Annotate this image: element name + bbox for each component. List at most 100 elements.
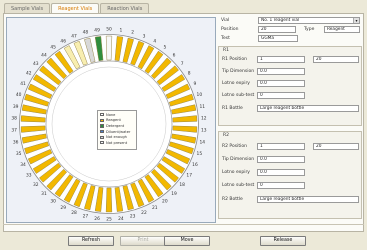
carousel-position-label: 39 [13, 104, 19, 110]
tab-reaction-vials[interactable]: Reaction Vials [100, 3, 150, 13]
carousel-position-label: 46 [60, 38, 66, 44]
r1-position-field-2[interactable]: 20 [313, 56, 359, 63]
carousel-position-label: 43 [33, 61, 39, 67]
legend-swatch [100, 124, 104, 128]
carousel-position-label: 10 [197, 92, 203, 98]
carousel-position-label: 45 [50, 45, 56, 51]
legend-swatch [100, 118, 104, 122]
r1-settle-field[interactable]: 0 [257, 92, 305, 99]
r2-tip-field[interactable]: 0.0 [257, 156, 305, 163]
legend-item-not-present: Not present [100, 140, 134, 146]
carousel-position-label: 19 [171, 191, 177, 197]
move-button[interactable]: Move [164, 236, 210, 246]
legend-item-diluent: Diluent/water [100, 129, 134, 135]
type-field[interactable]: Reagent [324, 26, 360, 33]
carousel-position-label: 7 [181, 61, 184, 67]
legend-label: Diluent/water [106, 129, 131, 134]
tab-sample-vials[interactable]: Sample Vials [4, 3, 51, 13]
carousel-position-label: 37 [11, 128, 17, 134]
r1-bottle-label: R1 Bottle [222, 106, 243, 111]
release-button[interactable]: Release [260, 236, 306, 246]
r1-tip-field[interactable]: 0.0 [257, 68, 305, 75]
carousel-position-label: 25 [106, 217, 112, 223]
r1-bottle-field[interactable]: Large reagent bottle [257, 105, 359, 112]
vial-label: Vial [221, 18, 230, 23]
r2-bottle-field[interactable]: Large reagent bottle [257, 196, 359, 203]
carousel-position-label: 49 [94, 27, 100, 33]
carousel-position-label: 4 [153, 38, 156, 44]
carousel-position-label: 29 [60, 205, 66, 211]
r1-lotno-label: Lotno expiry [222, 81, 250, 86]
refresh-button[interactable]: Refresh [68, 236, 114, 246]
r2-lotno-field[interactable]: 0.0 [257, 169, 305, 176]
carousel-position-label: 5 [163, 45, 166, 51]
carousel-position-label: 26 [94, 216, 100, 222]
carousel-position-label: 13 [201, 128, 207, 134]
r1-lotno-field[interactable]: 0.0 [257, 80, 305, 87]
type-label: Type [304, 27, 315, 32]
vial-select-value: No. 1 reagent vial [261, 18, 300, 23]
carousel-position-label: 11 [200, 104, 206, 110]
legend-label: Reagent [106, 118, 121, 123]
test-label: Test [221, 36, 230, 41]
carousel-position-label: 24 [118, 216, 124, 222]
chevron-down-icon[interactable]: ▾ [353, 18, 359, 23]
carousel-position-label: 27 [83, 214, 89, 220]
r2-settle-field[interactable]: 0 [257, 182, 305, 189]
legend-swatch [100, 129, 104, 134]
carousel-position-label: 20 [162, 198, 168, 204]
carousel-position-label: 42 [26, 71, 32, 77]
r2-position-field[interactable]: 1 [257, 143, 305, 150]
legend-label: Not enough [106, 135, 127, 140]
carousel-position-label: 17 [186, 173, 192, 179]
carousel-position-label: 31 [41, 191, 47, 197]
r1-tip-label: Tip Dimension [222, 69, 255, 74]
r1-position-label: R1 Position [222, 57, 247, 62]
carousel-position-label: 2 [131, 30, 134, 36]
carousel-position-label: 3 [143, 33, 146, 39]
print-button[interactable]: Print [120, 236, 166, 246]
r2-group-title: R2 [223, 133, 229, 138]
carousel-position-label: 44 [41, 52, 47, 58]
carousel-position-label: 33 [26, 173, 32, 179]
r2-group: R2 R2 Position 1 20 Tip Dimension 0.0 Lo… [218, 131, 362, 219]
carousel-position-label: 48 [83, 30, 89, 36]
r2-tip-label: Tip Dimension [222, 157, 255, 162]
carousel-position-label: 30 [50, 198, 56, 204]
carousel-position-label: 23 [130, 214, 136, 220]
vial-select[interactable]: No. 1 reagent vial ▾ [258, 17, 360, 24]
carousel-position-label: 12 [201, 116, 207, 122]
carousel-position-label: 9 [194, 81, 197, 87]
bottom-divider [3, 224, 364, 225]
legend-swatch [100, 135, 104, 139]
legend-swatch [100, 141, 104, 145]
r2-bottle-label: R2 Bottle [222, 197, 243, 202]
position-field[interactable]: 20 [258, 26, 296, 33]
r1-position-field[interactable]: 1 [257, 56, 305, 63]
legend-label: None [106, 112, 116, 117]
carousel-position-label: 8 [188, 71, 191, 77]
carousel-position-label: 35 [16, 151, 22, 157]
carousel-position-label: 36 [13, 139, 19, 145]
test-field[interactable]: GGMa [258, 35, 298, 42]
carousel-position-label: 21 [152, 205, 158, 211]
carousel-position-label: 22 [141, 210, 147, 216]
carousel-slot[interactable] [105, 187, 113, 213]
carousel-position-label: 47 [71, 33, 77, 39]
carousel-position-label: 28 [71, 210, 77, 216]
carousel-slot[interactable] [105, 35, 113, 61]
carousel-position-label: 32 [33, 182, 39, 188]
r2-position-field-2[interactable]: 20 [313, 143, 359, 150]
r2-settle-label: Lotno sub-test [222, 183, 255, 188]
carousel-legend: None Reagent Detergent Diluent/water Not… [97, 110, 137, 150]
r1-group-title: R1 [223, 48, 229, 53]
carousel-position-label: 41 [20, 81, 26, 87]
position-label: Position [221, 27, 239, 32]
r1-group: R1 R1 Position 1 20 Tip Dimension 0.0 Lo… [218, 46, 362, 126]
carousel-position-label: 15 [197, 151, 203, 157]
carousel-position-label: 14 [200, 139, 206, 145]
r2-position-label: R2 Position [222, 144, 247, 149]
carousel-position-label: 18 [179, 182, 185, 188]
legend-swatch [100, 113, 104, 117]
carousel-position-label: 1 [120, 27, 123, 33]
